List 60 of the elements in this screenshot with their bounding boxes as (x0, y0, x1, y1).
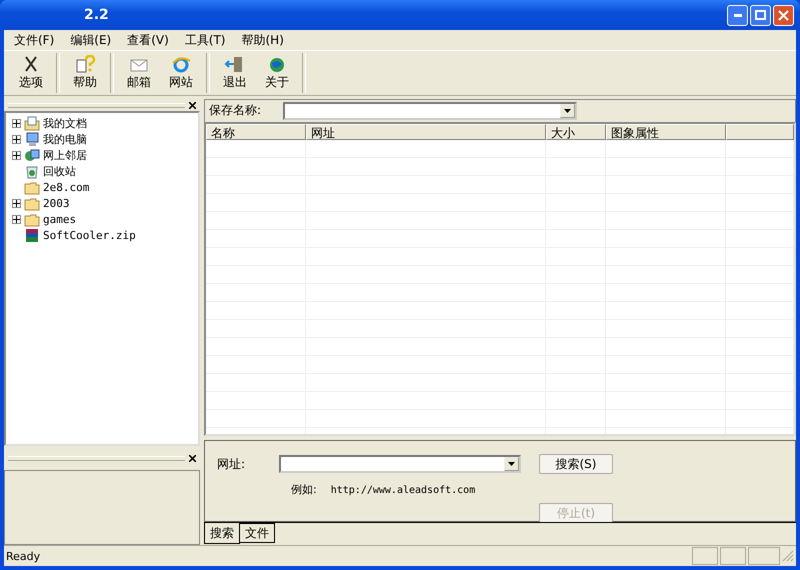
save-name-label: 保存名称: (209, 102, 262, 120)
toolbar-button[interactable]: 关于 (256, 53, 298, 93)
example-text: 例如: http://www.aleadsoft.com (290, 482, 476, 497)
column-header[interactable]: 网址 (306, 124, 546, 140)
tree-item[interactable]: 我的文档 (43, 116, 87, 130)
minimize-button[interactable] (727, 4, 748, 26)
menu-item[interactable]: 文件(F) (6, 32, 62, 48)
close-icon[interactable] (189, 454, 196, 462)
tree-item[interactable]: 我的电脑 (43, 132, 87, 146)
folder-icon (24, 212, 40, 226)
recycle-bin-icon (24, 164, 40, 178)
browser-icon (170, 55, 192, 73)
maximize-button[interactable] (750, 4, 771, 26)
expand-icon[interactable] (12, 134, 21, 144)
tab[interactable]: 搜索 (204, 523, 240, 544)
documents-folder-icon (24, 116, 40, 130)
toolbar-button[interactable]: 帮助 (64, 53, 106, 93)
toolbar-button[interactable]: 退出 (214, 53, 256, 93)
menu-item[interactable]: 查看(V) (119, 32, 177, 48)
folder-icon (24, 196, 40, 210)
expand-icon[interactable] (12, 198, 21, 208)
expand-icon[interactable] (12, 214, 21, 224)
close-icon[interactable] (189, 102, 196, 108)
tree-item[interactable]: games (43, 212, 76, 226)
tab[interactable]: 文件 (239, 523, 275, 544)
help-icon (74, 55, 96, 73)
column-header[interactable]: 大小 (546, 124, 606, 140)
maximize-icon (755, 10, 766, 20)
minimize-icon (734, 14, 742, 16)
column-header[interactable] (726, 124, 794, 140)
resize-grip-icon (782, 550, 794, 562)
column-header[interactable]: 名称 (206, 124, 306, 140)
archive-icon (24, 228, 40, 242)
expand-icon[interactable] (12, 118, 21, 128)
toolbar-button[interactable]: 网站 (160, 53, 202, 93)
menu-item[interactable]: 工具(T) (176, 32, 234, 48)
toolbar-button[interactable]: 选项 (10, 53, 52, 93)
tree-item[interactable]: 回收站 (43, 164, 76, 178)
tree-item[interactable]: 2e8.com (43, 180, 90, 194)
tree-item[interactable]: 2003 (43, 196, 70, 210)
menu-item[interactable]: 编辑(E) (62, 32, 120, 48)
network-icon (24, 148, 40, 162)
menu-item[interactable]: 帮助(H) (234, 32, 292, 48)
tree-item[interactable]: SoftCooler.zip (43, 228, 136, 242)
column-header[interactable]: 图象属性 (606, 124, 726, 140)
status-text: Ready (6, 550, 42, 562)
expand-icon[interactable] (12, 150, 21, 160)
toolbar-button[interactable]: 邮箱 (118, 53, 160, 93)
folder-icon (24, 180, 40, 194)
close-icon (778, 10, 789, 20)
close-button[interactable] (773, 4, 794, 26)
caret-icon (564, 108, 572, 113)
search-button[interactable]: 搜索(S) (539, 454, 613, 474)
caret-icon (508, 462, 515, 466)
url-label: 网址: (217, 456, 246, 473)
window-title: 2.2 (84, 7, 110, 23)
save-name-combo[interactable] (283, 102, 578, 120)
computer-icon (24, 132, 40, 146)
url-combo[interactable] (279, 455, 521, 474)
tree-item[interactable]: 网上邻居 (43, 148, 87, 162)
